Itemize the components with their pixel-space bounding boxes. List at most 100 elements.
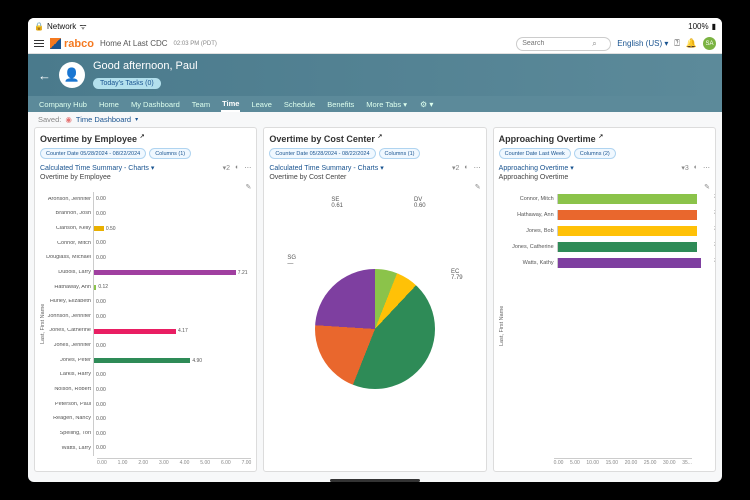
overtime-by-cost-center-card: Overtime by Cost Center ↗ Counter Date 0…: [263, 127, 486, 472]
more-icon[interactable]: ⋯: [703, 164, 710, 172]
bar: 0.00: [94, 241, 251, 246]
card-title[interactable]: Overtime by Cost Center ↗: [269, 133, 480, 144]
language-picker[interactable]: English (US) ▾: [617, 39, 668, 48]
more-icon[interactable]: ⋯: [244, 164, 251, 172]
bar: 0.00: [94, 387, 251, 392]
date-filter-chip[interactable]: Counter Date Last Week: [499, 148, 571, 159]
bar: 0.50: [94, 226, 251, 231]
employee-name: Aronson, Jennifer: [46, 197, 91, 203]
chart-title: Approaching Overtime: [499, 174, 710, 181]
columns-chip[interactable]: Columns (1): [149, 148, 191, 159]
refresh-icon[interactable]: ◐: [235, 164, 239, 172]
refresh-icon[interactable]: ◐: [464, 164, 468, 172]
saved-label: Saved:: [38, 115, 61, 124]
date-filter-chip[interactable]: Counter Date 05/28/2024 - 08/22/2024: [269, 148, 375, 159]
bar-row: Jones, Catherine32.00: [505, 242, 710, 252]
profile-photo[interactable]: 👤: [59, 62, 85, 88]
columns-chip[interactable]: Columns (2): [574, 148, 616, 159]
popout-icon[interactable]: ↗: [140, 134, 145, 140]
filter-icon[interactable]: ▾2: [223, 164, 230, 172]
filter-icon[interactable]: ▾2: [452, 164, 459, 172]
bar: 0.00: [94, 446, 251, 451]
avatar[interactable]: SA: [703, 37, 716, 50]
bar: 7.21: [94, 270, 251, 275]
pie-label-ec: EC7.79: [451, 269, 463, 281]
todays-tasks-button[interactable]: Today's Tasks (0): [93, 78, 161, 89]
battery-pct: 100%: [688, 22, 708, 31]
chart-subtitle[interactable]: Approaching Overtime ▾: [499, 164, 574, 172]
chart-title: Overtime by Cost Center: [269, 174, 480, 181]
employee-name: Jones, Catherine: [46, 328, 91, 334]
bar: 0.00: [94, 314, 251, 319]
employee-name: Connor, Mitch: [46, 241, 91, 247]
help-icon[interactable]: ⍰: [674, 38, 679, 49]
employee-name: Larkis, Harry: [46, 372, 91, 378]
bar-row: Hathaway, Ann32.00: [505, 210, 710, 220]
bar-row: Jones, Bob32.00: [505, 226, 710, 236]
lock-icon: 🔒: [34, 22, 44, 31]
bar: 0.00: [94, 402, 251, 407]
pie-label-se: SE0.61: [331, 197, 343, 209]
search-icon[interactable]: ⌕: [592, 39, 596, 49]
search-input[interactable]: [522, 40, 592, 47]
brand-logo[interactable]: rabco: [50, 38, 94, 50]
tab-company-hub[interactable]: Company Hub: [38, 98, 88, 111]
greeting-text: Good afternoon, Paul: [93, 60, 198, 72]
more-icon[interactable]: ⋯: [474, 164, 481, 172]
card-title[interactable]: Overtime by Employee ↗: [40, 133, 251, 144]
edit-icon[interactable]: ✎: [704, 184, 710, 191]
date-filter-chip[interactable]: Counter Date 05/28/2024 - 08/22/2024: [40, 148, 146, 159]
home-indicator[interactable]: [330, 479, 420, 482]
employee-name: Clarison, Kelly: [46, 226, 91, 232]
tab-leave[interactable]: Leave: [250, 98, 272, 111]
tab-benefits[interactable]: Benefits: [326, 98, 355, 111]
bar: 0.00: [94, 299, 251, 304]
nav-tabs: Company Hub Home My Dashboard Team Time Leave…: [28, 96, 722, 112]
saved-dashboard-link[interactable]: Time Dashboard: [76, 115, 131, 124]
pie-label-dv: DV0.60: [414, 197, 426, 209]
bar: 0.00: [94, 431, 251, 436]
chart-subtitle[interactable]: Calculated Time Summary - Charts ▾: [40, 164, 154, 172]
bar: 0.00: [94, 255, 251, 260]
edit-icon[interactable]: ✎: [475, 184, 481, 191]
bar: 4.90: [94, 358, 251, 363]
tab-my-dashboard[interactable]: My Dashboard: [130, 98, 181, 111]
bar: 0.00: [94, 417, 251, 422]
menu-icon[interactable]: [34, 40, 44, 48]
popout-icon[interactable]: ↗: [377, 134, 382, 140]
employee-name: Jones, Peter: [46, 358, 91, 364]
employee-name: Douglass, Michael: [46, 255, 91, 261]
tab-more-tabs[interactable]: More Tabs ▾: [365, 98, 408, 111]
employee-name: Hurley, Elizabeth: [46, 299, 91, 305]
network-text: Network: [47, 22, 76, 31]
approaching-overtime-card: Approaching Overtime ↗ Counter Date Last…: [493, 127, 716, 472]
bar-row: Connor, Mitch32.00: [505, 194, 710, 204]
chart-subtitle[interactable]: Calculated Time Summary - Charts ▾: [269, 164, 383, 172]
refresh-icon[interactable]: ◐: [694, 164, 698, 172]
edit-icon[interactable]: ✎: [245, 184, 251, 191]
search-box[interactable]: ⌕: [516, 37, 611, 51]
popout-icon[interactable]: ↗: [598, 134, 603, 140]
employee-name: Johnson, Jennifer: [46, 314, 91, 320]
timestamp: 02:03 PM (PDT): [174, 41, 217, 47]
notification-icon[interactable]: 🔔: [686, 38, 697, 49]
bar: 4.17: [94, 329, 251, 334]
bar: 0.00: [94, 343, 251, 348]
tab-team[interactable]: Team: [191, 98, 211, 111]
gear-icon[interactable]: ⚙ ▾: [420, 100, 433, 109]
tab-home[interactable]: Home: [98, 98, 120, 111]
bar: 0.00: [94, 197, 251, 202]
tab-schedule[interactable]: Schedule: [283, 98, 316, 111]
employee-name: Peterson, Paul: [46, 402, 91, 408]
filter-icon[interactable]: ▾3: [681, 164, 688, 172]
bar: 0.12: [94, 285, 251, 290]
wifi-icon: ᯤ: [79, 21, 86, 32]
employee-name: Brannon, Josh: [46, 211, 91, 217]
columns-chip[interactable]: Columns (1): [379, 148, 421, 159]
breadcrumb[interactable]: Home At Last CDC: [100, 39, 168, 48]
card-title[interactable]: Approaching Overtime ↗: [499, 133, 710, 144]
back-arrow-icon[interactable]: ←: [38, 68, 51, 83]
bar: 0.00: [94, 373, 251, 378]
tab-time[interactable]: Time: [221, 97, 240, 112]
employee-name: Spelling, Tori: [46, 431, 91, 437]
